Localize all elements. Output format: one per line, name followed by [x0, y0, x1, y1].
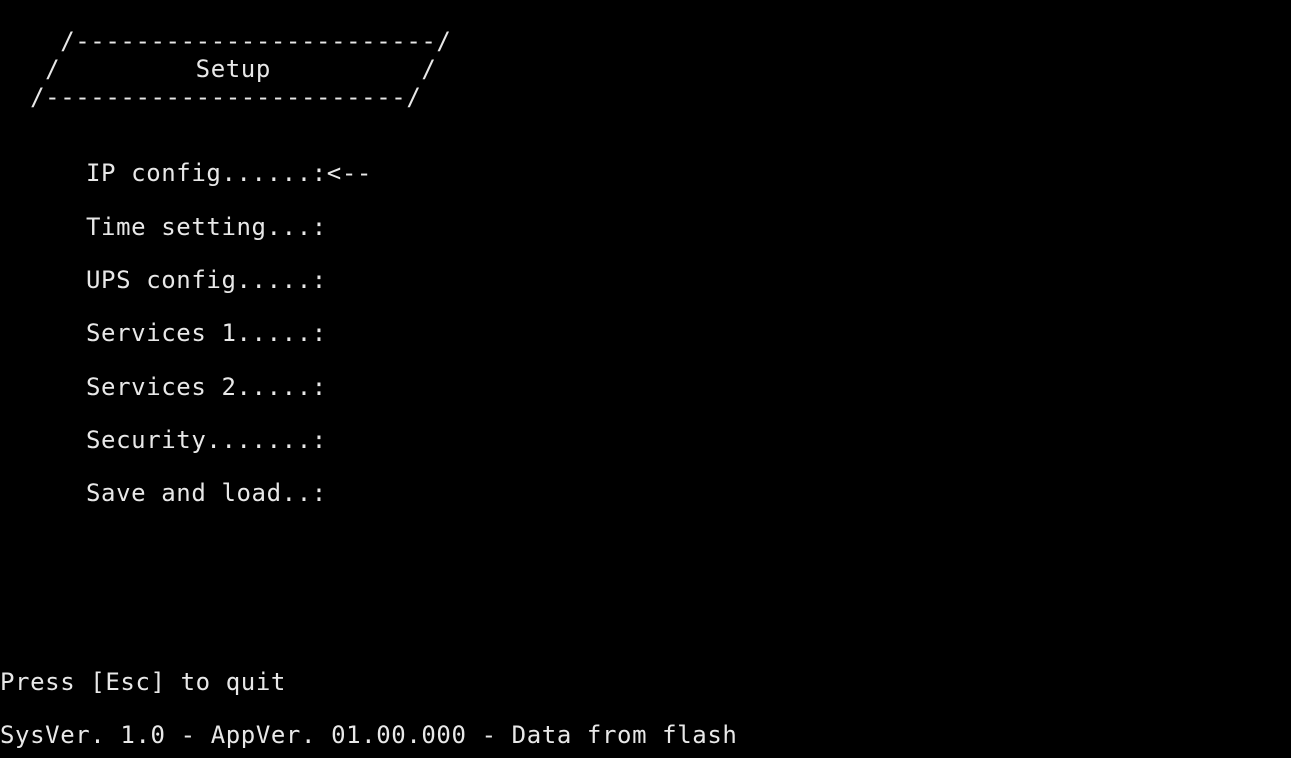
menu-item-save-and-load[interactable]: Save and load..:	[86, 478, 327, 508]
menu-item-label: Services 1.....:	[86, 319, 327, 347]
menu-item-label: Security.......:	[86, 426, 327, 454]
selection-arrow: <--	[326, 159, 372, 187]
menu-item-label: IP config......:	[86, 159, 327, 187]
menu-item-label: Services 2.....:	[86, 373, 327, 401]
menu-item-services-1[interactable]: Services 1.....:	[86, 318, 327, 348]
menu-item-label: Time setting...:	[86, 213, 327, 241]
terminal-screen: /------------------------/ / Setup / /--…	[0, 0, 1291, 758]
version-info: SysVer. 1.0 - AppVer. 01.00.000 - Data f…	[0, 721, 738, 749]
menu-item-label: UPS config.....:	[86, 266, 327, 294]
menu-item-time-setting[interactable]: Time setting...:	[86, 212, 327, 242]
banner-title: / Setup /	[0, 55, 437, 83]
banner-top-border: /------------------------/	[0, 27, 452, 55]
menu-item-label: Save and load..:	[86, 479, 327, 507]
banner-bottom-border: /------------------------/	[0, 83, 422, 111]
menu-item-ups-config[interactable]: UPS config.....:	[86, 265, 327, 295]
quit-hint: Press [Esc] to quit	[0, 668, 286, 696]
menu-item-security[interactable]: Security.......:	[86, 425, 327, 455]
menu-item-ip-config[interactable]: IP config......:<--	[86, 158, 372, 188]
menu-item-services-2[interactable]: Services 2.....:	[86, 372, 327, 402]
